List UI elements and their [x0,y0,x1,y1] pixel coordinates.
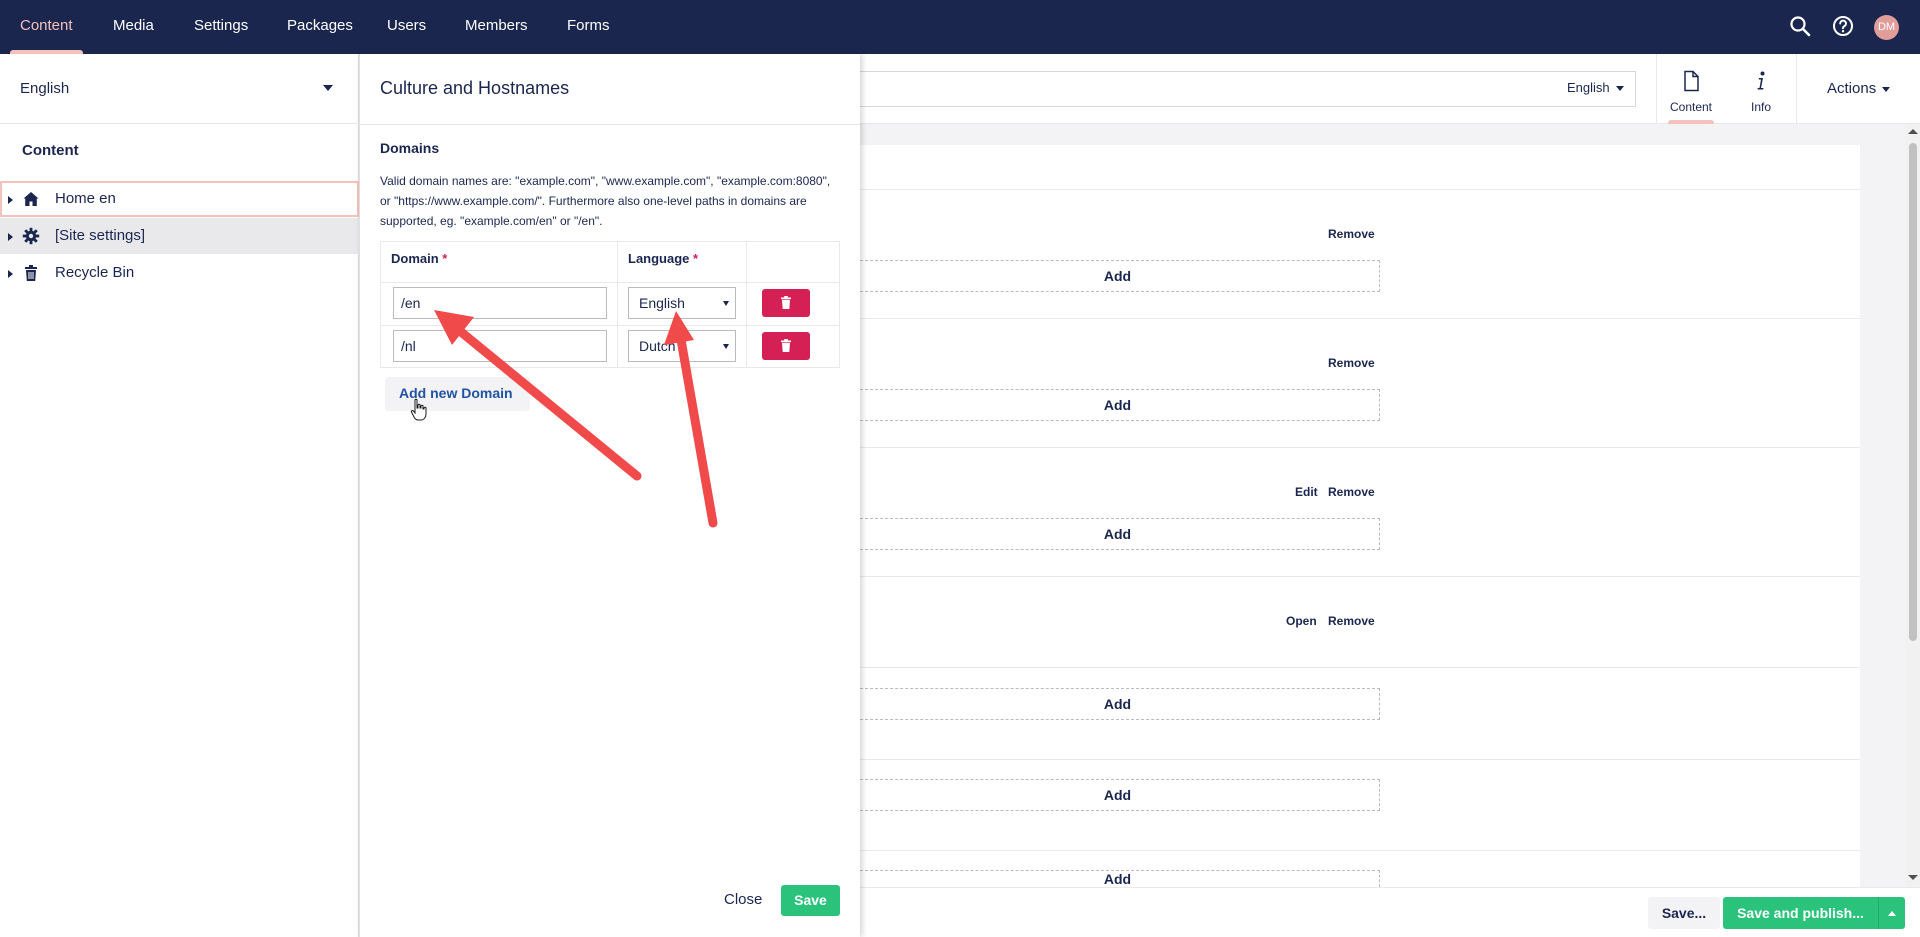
divider [380,325,840,326]
info-icon [1751,70,1771,92]
close-button[interactable]: Close [724,891,762,908]
domain-column-header: Domain * [391,251,447,266]
tree-item-home-en[interactable]: Home en [0,181,359,217]
domains-help-text: Valid domain names are: "example.com", "… [380,174,831,228]
node-name-input[interactable] [848,71,1636,107]
divider [746,241,747,368]
dialog-title: Culture and Hostnames [380,78,570,98]
nav-users[interactable]: Users [387,0,426,54]
delete-domain-button[interactable] [762,332,810,360]
block-remove-button[interactable]: Remove [1328,614,1375,628]
divider [860,759,1860,760]
block-remove-button[interactable]: Remove [1328,485,1375,499]
divider [860,667,1860,668]
variant-language-select[interactable]: English [1567,80,1624,95]
block-add-button[interactable]: Add [855,688,1380,720]
actions-label: Actions [1827,80,1877,97]
chevron-down-icon [1882,86,1891,92]
divider [860,447,1860,448]
save-and-publish-button[interactable]: Save and publish... [1723,897,1878,929]
top-navigation: Content Media Settings Packages Users Me… [0,0,1920,54]
domain-input[interactable] [393,287,607,319]
chevron-down-icon [323,85,333,91]
block-edit-button[interactable]: Edit [1295,485,1318,499]
domain-column-label: Domain [391,251,439,266]
scroll-up-icon[interactable] [1908,129,1918,134]
domain-input[interactable] [393,330,607,362]
add-new-domain-button[interactable]: Add new Domain [385,377,530,411]
block-add-button[interactable]: Add [855,870,1380,887]
language-select-value: Dutch [639,338,676,354]
divider [359,124,860,125]
home-icon [22,190,40,208]
save-button[interactable]: Save... [1648,897,1720,929]
chevron-down-icon [1615,86,1624,92]
trash-icon [781,296,791,309]
tree-item-recycle-bin[interactable]: Recycle Bin [0,255,359,291]
divider [860,318,1860,319]
variant-language-label: English [1567,80,1610,95]
language-select-value: English [639,295,685,311]
tab-info[interactable]: Info [1726,54,1796,124]
sidebar: English Content Home en [Site settings] … [0,54,359,937]
sidebar-language-select[interactable]: English [0,54,359,124]
divider [860,576,1860,577]
block-add-button[interactable]: Add [855,518,1380,550]
required-marker: * [442,251,448,266]
nav-members[interactable]: Members [465,0,528,54]
actions-button[interactable]: Actions [1827,80,1891,97]
nav-media[interactable]: Media [113,0,154,54]
document-icon [1681,70,1701,92]
divider [380,282,840,283]
chevron-up-icon [1888,911,1896,916]
dialog-save-button[interactable]: Save [781,885,840,916]
divider [860,850,1860,851]
scrollbar-thumb[interactable] [1909,143,1917,641]
editor-panel [860,145,1860,887]
tree-item-label: Recycle Bin [55,264,135,281]
avatar[interactable]: DM [1874,15,1899,40]
block-add-button[interactable]: Add [855,260,1380,292]
search-icon[interactable] [1788,14,1812,38]
scroll-down-icon[interactable] [1908,875,1918,880]
nav-content[interactable]: Content [10,0,83,54]
divider [617,241,618,368]
tree-title: Content [22,142,79,159]
trash-icon [22,264,40,282]
help-icon[interactable] [1831,14,1855,38]
tab-content[interactable]: Content [1656,54,1726,124]
sidebar-language-label: English [20,80,70,97]
tree-item-label: Home en [55,190,116,207]
block-add-button[interactable]: Add [855,779,1380,811]
tab-divider [1796,54,1797,124]
block-add-button[interactable]: Add [855,389,1380,421]
language-column-label: Language [628,251,690,266]
required-marker: * [693,251,699,266]
domains-section-title: Domains [380,140,440,156]
divider [860,189,1860,190]
language-column-header: Language * [628,251,698,266]
nav-settings[interactable]: Settings [194,0,248,54]
expand-arrow-icon[interactable] [8,270,13,278]
tree-item-site-settings[interactable]: [Site settings] [0,218,359,254]
expand-arrow-icon[interactable] [8,233,13,241]
block-open-button[interactable]: Open [1286,614,1317,628]
tab-info-label: Info [1750,100,1771,114]
chevron-down-icon [723,344,729,349]
add-new-domain-label: Add new Domain [399,385,513,401]
language-select[interactable]: English [628,287,736,319]
tree-item-label: [Site settings] [55,227,146,244]
trash-icon [781,339,791,352]
nav-forms[interactable]: Forms [567,0,610,54]
nav-packages[interactable]: Packages [287,0,353,54]
gear-icon [22,227,40,245]
publish-options-button[interactable] [1878,897,1905,929]
expand-arrow-icon[interactable] [8,196,13,204]
delete-domain-button[interactable] [762,289,810,317]
block-remove-button[interactable]: Remove [1328,227,1375,241]
chevron-down-icon [723,301,729,306]
tab-content-label: Content [1669,100,1713,114]
block-remove-button[interactable]: Remove [1328,356,1375,370]
language-select[interactable]: Dutch [628,330,736,362]
